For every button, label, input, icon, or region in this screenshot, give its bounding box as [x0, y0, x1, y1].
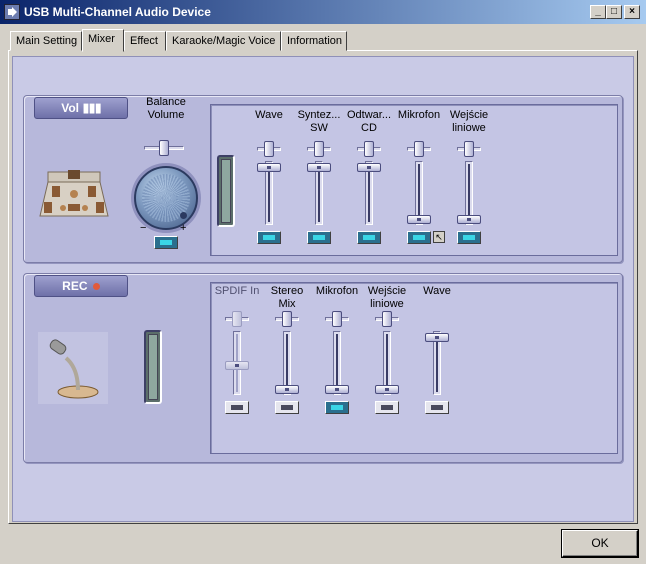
knob-minus-label: − — [140, 222, 147, 234]
tab-karaoke-magic-voice[interactable]: Karaoke/Magic Voice — [166, 31, 281, 51]
wave-balance-slider[interactable] — [257, 141, 281, 157]
ok-button[interactable]: OK — [562, 530, 638, 557]
title-bar: USB Multi-Channel Audio Device _ □ × — [0, 0, 646, 24]
balance-volume-label: Balance Volume — [146, 96, 186, 121]
line-in-balance-slider[interactable] — [457, 141, 481, 157]
record-badge: REC — [34, 275, 128, 297]
stereo-mix-balance-slider[interactable] — [275, 311, 299, 327]
mic-volume-slider[interactable] — [407, 161, 431, 225]
channel-label: Syntez... SW — [297, 109, 341, 134]
tab-mixer[interactable]: Mixer — [82, 29, 124, 52]
rec-mic-balance-slider[interactable] — [325, 311, 349, 327]
cd-volume-slider[interactable] — [357, 161, 381, 225]
volume-badge: Vol ▮▮▮ — [34, 97, 128, 119]
mouse-cursor-icon: ↖ — [433, 231, 445, 243]
stereo-mix-volume-slider[interactable] — [275, 331, 299, 395]
knob-plus-label: + — [180, 222, 187, 234]
tab-information[interactable]: Information — [281, 31, 347, 51]
speaker-app-icon — [4, 4, 20, 20]
spdif-select-button[interactable] — [225, 401, 249, 414]
record-dot-icon — [92, 283, 100, 290]
channel-label: Stereo Mix — [270, 285, 304, 310]
channel-label: Wave — [423, 285, 451, 297]
minimize-button[interactable]: _ — [590, 5, 606, 19]
wave-mute-button[interactable] — [257, 231, 281, 244]
volume-bars-icon: ▮▮▮ — [82, 100, 101, 115]
channel-label: Mikrofon — [397, 109, 441, 121]
record-channels: SPDIF In Stereo Mix Mikrofon Wejście lin… — [210, 282, 618, 454]
playback-group: Vol ▮▮▮ Balance Volume − + Wave Syntez..… — [23, 95, 623, 263]
synth-balance-slider[interactable] — [307, 141, 331, 157]
mic-mute-button[interactable] — [407, 231, 431, 244]
spdif-balance-slider — [225, 311, 249, 327]
rec-wave-volume-slider[interactable] — [425, 331, 449, 395]
microphone-icon — [38, 332, 108, 404]
rec-mic-volume-slider[interactable] — [325, 331, 349, 395]
close-button[interactable]: × — [624, 5, 640, 19]
synth-volume-thumb[interactable] — [307, 163, 331, 172]
channel-label: SPDIF In — [214, 285, 260, 297]
mic-balance-slider[interactable] — [407, 141, 431, 157]
speaker-room-icon — [39, 170, 109, 217]
rec-mic-select-button[interactable] — [325, 401, 349, 414]
line-in-volume-slider[interactable] — [457, 161, 481, 225]
record-group: REC SPDIF In Stereo Mix Mikrofon Wejście… — [23, 273, 623, 463]
record-level-meter — [144, 330, 162, 404]
master-volume-knob[interactable] — [134, 166, 198, 230]
knob-indicator — [180, 212, 187, 219]
wave-volume-thumb[interactable] — [257, 163, 281, 172]
channel-label: Odtwar... CD — [346, 109, 392, 134]
cd-balance-slider[interactable] — [357, 141, 381, 157]
cd-mute-button[interactable] — [357, 231, 381, 244]
playback-channels: Wave Syntez... SW Odtwar... CD Mikrofon … — [210, 104, 618, 256]
line-in-volume-thumb[interactable] — [457, 215, 481, 224]
synth-mute-button[interactable] — [307, 231, 331, 244]
mixer-panel: Baltrade Vol ▮▮▮ BalanceVolume — [12, 56, 634, 522]
stereo-mix-select-button[interactable] — [275, 401, 299, 414]
channel-label: Mikrofon — [315, 285, 359, 297]
tab-effect[interactable]: Effect — [124, 31, 166, 51]
cd-volume-thumb[interactable] — [357, 163, 381, 172]
line-in-mute-button[interactable] — [457, 231, 481, 244]
maximize-button[interactable]: □ — [606, 5, 622, 19]
playback-level-meter — [217, 155, 235, 227]
rec-wave-select-button[interactable] — [425, 401, 449, 414]
channel-label: Wejście liniowe — [367, 285, 407, 310]
rec-line-in-balance-slider[interactable] — [375, 311, 399, 327]
mic-volume-thumb[interactable] — [407, 215, 431, 224]
rec-line-in-volume-slider[interactable] — [375, 331, 399, 395]
master-mute-button[interactable] — [154, 236, 178, 249]
master-balance-slider[interactable] — [144, 140, 184, 156]
rec-line-in-select-button[interactable] — [375, 401, 399, 414]
master-balance-thumb[interactable] — [159, 140, 169, 156]
synth-volume-slider[interactable] — [307, 161, 331, 225]
spdif-volume-slider — [225, 331, 249, 395]
window-title: USB Multi-Channel Audio Device — [24, 5, 211, 19]
tab-main-setting[interactable]: Main Setting — [10, 31, 82, 51]
channel-label: Wejście liniowe — [449, 109, 489, 134]
wave-volume-slider[interactable] — [257, 161, 281, 225]
channel-label: Wave — [255, 109, 283, 121]
